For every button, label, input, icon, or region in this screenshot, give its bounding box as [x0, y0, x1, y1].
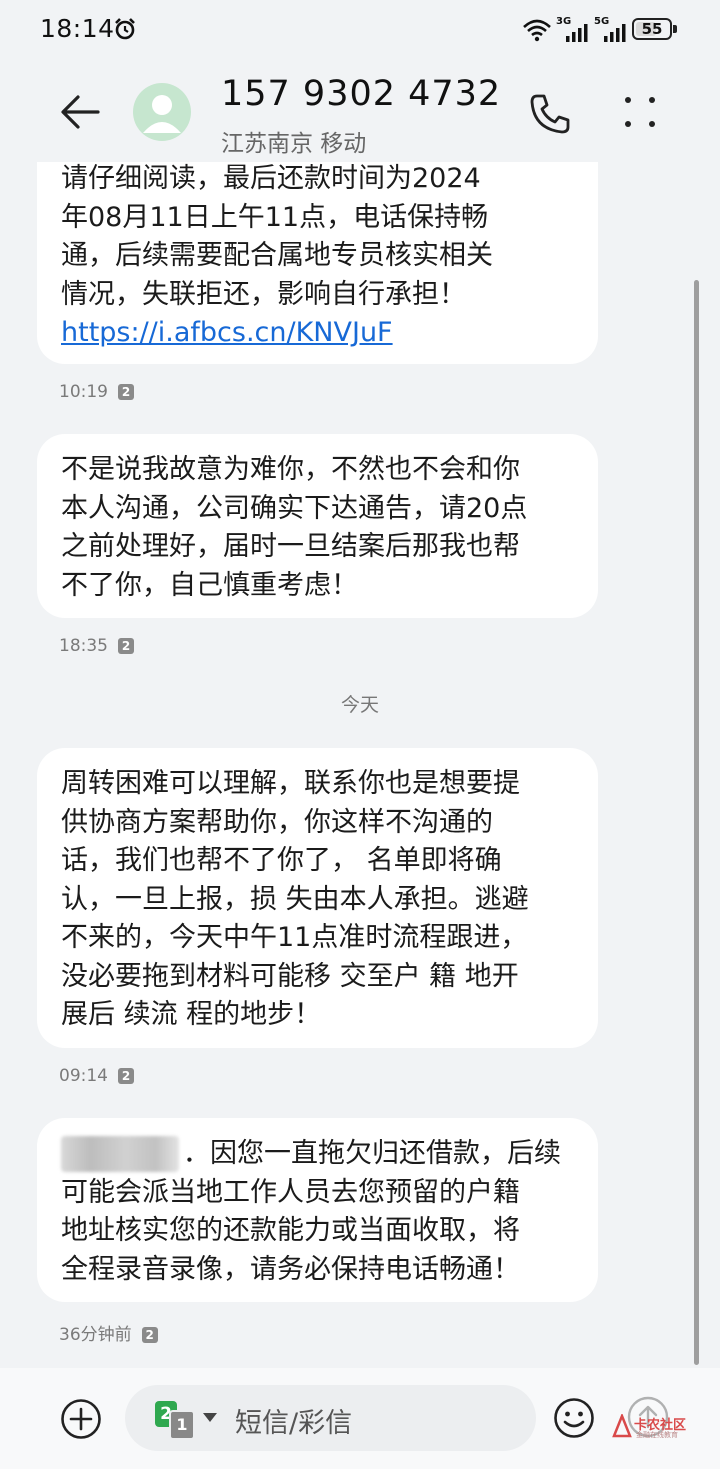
message-meta: 10:19 2 — [59, 382, 134, 402]
message-bubble[interactable]: 请仔细阅读，最后还款时间为2024 年08月11日上午11点，电话保持畅 通，后… — [37, 162, 598, 364]
battery-tip — [673, 25, 677, 33]
message-text: 周转困难可以理解，联系你也是想要提 供协商方案帮助你，你这样不沟通的 话，我们也… — [61, 768, 529, 1030]
composer-bar: 2 1 短信/彩信 卡农社区 金融在线教育 — [0, 1368, 720, 1469]
sim-switch-button[interactable]: 2 1 — [155, 1401, 205, 1440]
message-text: 不是说我故意为难你，不然也不会和你 本人沟通，公司确实下达通告，请20点 之前处… — [61, 454, 528, 601]
message-meta: 09:14 2 — [59, 1066, 134, 1086]
date-separator: 今天 — [340, 694, 379, 716]
message-list[interactable]: 请仔细阅读，最后还款时间为2024 年08月11日上午11点，电话保持畅 通，后… — [0, 162, 720, 1368]
message-text: ．因您一直拖欠归还借款，后续 — [183, 1138, 561, 1169]
watermark-logo: 卡农社区 金融在线教育 — [612, 1412, 712, 1442]
contact-avatar[interactable] — [133, 83, 191, 141]
contact-name[interactable]: 157 9302 4732 — [221, 74, 501, 114]
message-text: 请仔细阅读，最后还款时间为2024 年08月11日上午11点，电话保持畅 通，后… — [61, 163, 493, 310]
scrollbar[interactable] — [694, 280, 699, 1365]
message-bubble[interactable]: 周转困难可以理解，联系你也是想要提 供协商方案帮助你，你这样不沟通的 话，我们也… — [37, 748, 598, 1048]
message-meta: 36分钟前 2 — [59, 1320, 158, 1345]
wifi-icon — [523, 19, 551, 42]
message-time: 10:19 — [59, 382, 108, 402]
add-attachment-icon[interactable] — [60, 1398, 102, 1440]
message-first-line: ．因您一直拖欠归还借款，后续 — [61, 1135, 574, 1174]
message-link[interactable]: https://i.afbcs.cn/KNVJuF — [61, 317, 393, 348]
sim-badge: 2 — [118, 384, 134, 400]
sim-badge: 2 — [141, 1327, 158, 1343]
back-arrow-icon[interactable] — [58, 90, 102, 134]
watermark-subtext: 金融在线教育 — [636, 1431, 678, 1439]
more-options-icon[interactable] — [620, 92, 660, 132]
signal-3g-icon: 3G — [556, 16, 590, 42]
message-input[interactable]: 2 1 短信/彩信 — [125, 1385, 536, 1451]
battery-icon: 55 — [632, 18, 672, 40]
message-time: 18:35 — [59, 636, 108, 656]
conversation-header: 157 9302 4732 江苏南京 移动 — [0, 62, 720, 162]
signal-5g-icon: 5G — [594, 16, 628, 42]
message-time: 09:14 — [59, 1066, 108, 1086]
message-meta: 18:35 2 — [59, 636, 134, 656]
status-time: 18:14 — [40, 14, 115, 43]
message-time: 36分钟前 — [59, 1325, 132, 1345]
watermark-icon — [612, 1414, 632, 1438]
status-bar: 18:14 3G 5G 55 — [0, 0, 720, 62]
message-bubble[interactable]: ．因您一直拖欠归还借款，后续 可能会派当地工作人员去您预留的户籍 地址核实您的还… — [37, 1118, 598, 1302]
person-icon — [143, 95, 181, 133]
redacted-name — [61, 1136, 179, 1172]
sim-badge: 2 — [118, 1068, 134, 1084]
phone-call-icon[interactable] — [528, 92, 572, 136]
chevron-down-icon[interactable] — [203, 1413, 217, 1422]
battery-level: 55 — [641, 20, 663, 38]
contact-location: 江苏南京 移动 — [221, 131, 367, 157]
sim-secondary: 1 — [169, 1410, 195, 1440]
input-placeholder: 短信/彩信 — [235, 1408, 353, 1439]
alarm-icon — [115, 18, 135, 40]
emoji-icon[interactable] — [553, 1397, 595, 1439]
message-text: 可能会派当地工作人员去您预留的户籍 地址核实您的还款能力或当面收取，将 全程录音… — [61, 1176, 520, 1285]
message-bubble[interactable]: 不是说我故意为难你，不然也不会和你 本人沟通，公司确实下达通告，请20点 之前处… — [37, 434, 598, 618]
sim-badge: 2 — [118, 638, 134, 654]
